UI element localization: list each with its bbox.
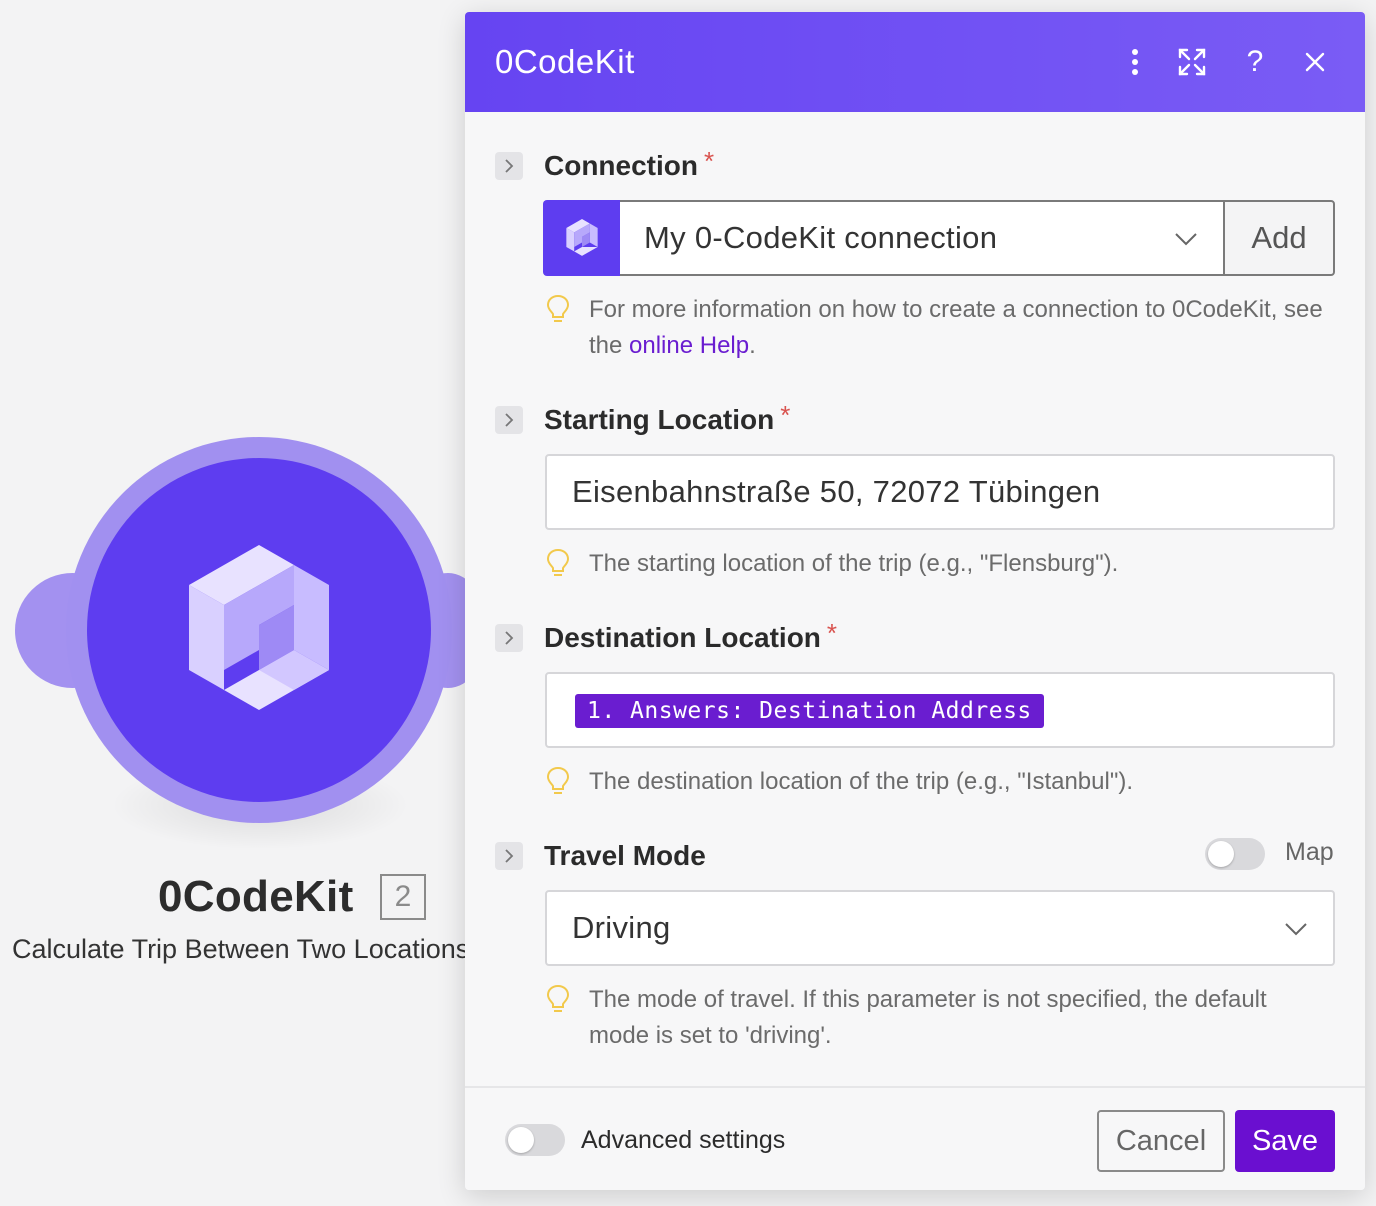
cancel-button[interactable]: Cancel (1097, 1110, 1225, 1172)
dialog-header: 0CodeKit ? (465, 12, 1365, 112)
module-order-badge: 2 (380, 874, 426, 920)
expand-icon[interactable] (1172, 42, 1212, 82)
lightbulb-icon (546, 984, 570, 1012)
lightbulb-icon (546, 548, 570, 576)
starting-location-value: Eisenbahnstraße 50, 72072 Tübingen (572, 474, 1101, 509)
toggle-knob (1208, 841, 1234, 867)
collapse-chevron-icon[interactable] (495, 406, 523, 434)
collapse-chevron-icon[interactable] (495, 152, 523, 180)
connection-select[interactable]: My 0-CodeKit connection (620, 200, 1223, 276)
dialog-title: 0CodeKit (495, 43, 635, 80)
close-icon[interactable] (1295, 42, 1335, 82)
destination-location-hint-text: The destination location of the trip (e.… (589, 768, 1134, 795)
module-title: 0CodeKit (158, 872, 354, 921)
map-toggle[interactable] (1205, 838, 1265, 870)
lightbulb-icon (546, 766, 570, 794)
chevron-down-icon (1285, 923, 1307, 936)
connection-selected-value: My 0-CodeKit connection (644, 220, 998, 255)
required-marker: * (826, 617, 838, 648)
connection-hint-suffix: . (749, 332, 756, 359)
online-help-link[interactable]: online Help (629, 332, 749, 359)
toggle-knob (508, 1127, 534, 1153)
connection-field-header: Connection * (495, 146, 714, 182)
kebab-menu-icon[interactable] (1115, 42, 1155, 82)
destination-location-input[interactable]: 1. Answers: Destination Address (545, 672, 1335, 748)
help-icon[interactable]: ? (1235, 42, 1275, 82)
save-button[interactable]: Save (1235, 1110, 1335, 1172)
collapse-chevron-icon[interactable] (495, 842, 523, 870)
advanced-settings-label: Advanced settings (581, 1126, 786, 1154)
travel-mode-hint-text: The mode of travel. If this parameter is… (589, 986, 1267, 1049)
destination-location-label: Destination Location (544, 622, 821, 653)
travel-mode-label: Travel Mode (544, 840, 706, 871)
map-toggle-label: Map (1285, 838, 1334, 866)
required-marker: * (780, 399, 791, 430)
destination-location-field-header: Destination Location * (495, 618, 837, 654)
connection-label: Connection (544, 150, 698, 181)
travel-mode-hint: The mode of travel. If this parameter is… (545, 982, 1329, 1054)
starting-location-field-header: Starting Location * (495, 400, 790, 436)
travel-mode-select[interactable]: Driving (545, 890, 1335, 966)
add-connection-button[interactable]: Add (1223, 200, 1335, 276)
chevron-down-icon (1175, 233, 1197, 246)
connection-row: My 0-CodeKit connection Add (543, 200, 1335, 276)
module-bubble-inner[interactable] (87, 458, 431, 802)
destination-location-hint: The destination location of the trip (e.… (545, 764, 1349, 800)
lightbulb-icon (546, 294, 570, 322)
0codekit-logo-icon (189, 545, 329, 710)
starting-location-hint: The starting location of the trip (e.g.,… (545, 546, 1349, 582)
travel-mode-selected-value: Driving (572, 910, 671, 945)
module-subtitle: Calculate Trip Between Two Locations (12, 934, 467, 964)
required-marker: * (704, 145, 715, 176)
connection-hint: For more information on how to create a … (545, 292, 1339, 364)
advanced-settings-toggle[interactable] (505, 1124, 565, 1156)
starting-location-hint-text: The starting location of the trip (e.g.,… (589, 550, 1119, 577)
0codekit-logo-icon (543, 200, 620, 276)
mapped-variable-pill[interactable]: 1. Answers: Destination Address (575, 694, 1044, 728)
dialog-footer: Advanced settings Cancel Save (465, 1086, 1365, 1190)
collapse-chevron-icon[interactable] (495, 624, 523, 652)
travel-mode-field-header: Travel Mode (495, 840, 706, 872)
module-settings-dialog: 0CodeKit ? Connection * My 0-CodeKit con… (465, 12, 1365, 1190)
starting-location-input[interactable]: Eisenbahnstraße 50, 72072 Tübingen (545, 454, 1335, 530)
starting-location-label: Starting Location (544, 404, 775, 435)
